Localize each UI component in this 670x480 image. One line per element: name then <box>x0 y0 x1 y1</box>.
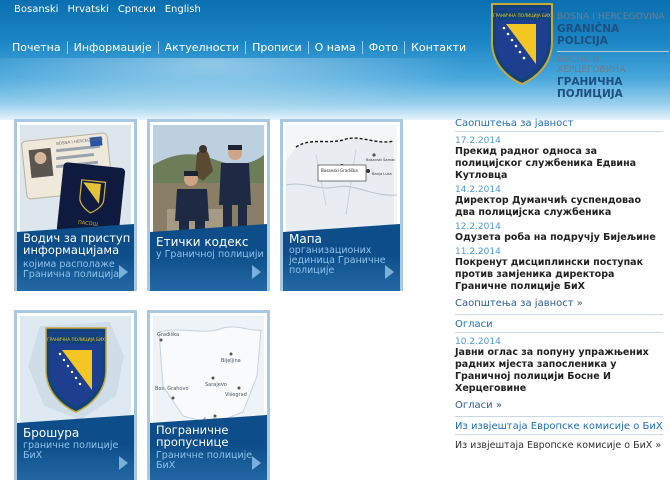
news-date: 11.2.2014 <box>455 247 501 257</box>
lang-bosanski[interactable]: Bosanski <box>14 4 58 15</box>
border-map-image: Bosanski Gradiška Bosanski Šamac Banja L… <box>286 125 397 235</box>
tile-map[interactable]: Bosanski Gradiška Bosanski Šamac Banja L… <box>280 119 403 291</box>
arrow-right-icon <box>252 265 261 279</box>
news-date: 14.2.2014 <box>455 185 501 195</box>
brochure-emblem-image: ГРАНИЧНА ПОЛИЦИЈА БИХ <box>20 316 131 426</box>
news-column: Саопштења за јавност 17.2.2014 Прекид ра… <box>455 118 663 452</box>
divider <box>455 416 663 417</box>
tile-title: Етички кодекс <box>156 235 249 249</box>
lang-srpski[interactable]: Српски <box>118 4 156 15</box>
nav-kontakti[interactable]: Контакти <box>404 41 472 54</box>
tile-title: Мапа <box>289 232 322 246</box>
brand-line-cyrillic-agency: ГРАНИЧНА ПОЛИЦИЈА <box>557 76 623 100</box>
map-label-banja-luka: Banja Luka <box>372 172 392 176</box>
tile-access-guide[interactable]: ПАСОШ BOSNA I HERCEGOVINA Водич за прист… <box>14 119 137 291</box>
tile-title: Брошура <box>23 426 80 440</box>
ads-more-link[interactable]: Огласи » <box>455 400 663 411</box>
brand-line-cyrillic-country: БОСНА И ХЕРЦЕГОВИНА <box>557 55 626 75</box>
tile-border-passes[interactable]: Gradiška Bijeljina Sarajevo Višegrad Bos… <box>147 310 270 480</box>
ads-title[interactable]: Огласи <box>455 319 663 330</box>
divider <box>455 434 663 435</box>
nav-informacije[interactable]: Информације <box>66 41 158 54</box>
map-label-bosanski-samac: Bosanski Šamac <box>366 157 395 162</box>
news-date: 17.2.2014 <box>455 136 501 146</box>
emblem-text: ГРАНИЧНА ПОЛИЦИЈА БИХ <box>47 337 105 342</box>
brand-line-latin-country: BOSNA I HERCEGOVINA <box>557 12 665 22</box>
news-date: 12.2.2014 <box>455 222 501 232</box>
map-label-bijeljina: Bijeljina <box>221 358 241 364</box>
ec-report-link[interactable]: Из извјештаја Европске комисије о БиХ » <box>455 440 663 452</box>
tile-subtitle: граничне полиције БиХ <box>23 440 119 461</box>
lang-hrvatski[interactable]: Hrvatski <box>67 4 108 15</box>
divider <box>455 131 663 132</box>
tile-brochure[interactable]: ГРАНИЧНА ПОЛИЦИЈА БИХ Брошура граничне п… <box>14 310 137 480</box>
language-switcher: Bosanski Hrvatski Српски English <box>14 4 201 15</box>
site-header: Bosanski Hrvatski Српски English Почетна… <box>0 0 670 120</box>
news-headline[interactable]: Покренут дисциплински поступак против за… <box>455 257 663 293</box>
tile-subtitle: којима располаже Гранична полиција <box>23 259 120 280</box>
nav-aktuelnosti[interactable]: Актуелности <box>157 41 245 54</box>
divider <box>455 314 663 315</box>
tile-subtitle: у Граничној полицији <box>156 249 264 260</box>
map-label-gradiska: Gradiška <box>157 331 179 338</box>
ec-report-title[interactable]: Из извјештаја Европске комисије о БиХ <box>455 421 663 432</box>
news-headline[interactable]: Одузета роба на подручју Бијељине <box>455 232 663 244</box>
news-headline[interactable]: Директор Думанчић суспендовао два полици… <box>455 195 663 219</box>
tile-ethics-code[interactable]: Етички кодекс у Граничној полицији <box>147 119 270 291</box>
map-label-bosanski-gradiska: Bosanski Gradiška <box>321 168 358 173</box>
map-label-visegrad: Višegrad <box>225 391 247 398</box>
lang-english[interactable]: English <box>165 4 201 15</box>
map-label-bos-grahovo: Bos. Grahovo <box>155 386 189 392</box>
nav-propisi[interactable]: Прописи <box>245 41 308 54</box>
map-label-sarajevo: Sarajevo <box>205 382 227 388</box>
nav-o-nama[interactable]: О нама <box>307 41 362 54</box>
header-glow <box>0 58 470 118</box>
tile-subtitle: Граничне полиције БиХ <box>156 450 253 471</box>
nav-foto[interactable]: Фото <box>361 41 404 54</box>
tile-title: Водич за приступ информацијама <box>23 231 131 257</box>
border-police-emblem-icon[interactable]: ГРАНИЧНА ПОЛИЦИЈА БИХ <box>490 2 554 86</box>
id-documents-image: ПАСОШ BOSNA I HERCEGOVINA <box>20 125 131 235</box>
news-headline[interactable]: Прекид радног односа за полицијског служ… <box>455 146 663 182</box>
brand-divider <box>557 51 669 52</box>
ad-date: 10.2.2014 <box>455 337 501 347</box>
region-map-image: Gradiška Bijeljina Sarajevo Višegrad Bos… <box>153 316 264 426</box>
divider <box>455 332 663 333</box>
press-releases-title[interactable]: Саопштења за јавност <box>455 118 663 129</box>
brand-line-latin-agency: GRANIČNA POLICIJA <box>557 23 620 47</box>
police-officers-image <box>153 125 264 235</box>
brand-title: BOSNA I HERCEGOVINA GRANIČNA POLICIJA БО… <box>557 12 670 100</box>
main-nav: Почетна Информације Актуелности Прописи … <box>6 41 472 54</box>
tile-title: Пограничне пропуснице <box>156 423 229 449</box>
ad-headline[interactable]: Јавни оглас за попуну упражњених радних … <box>455 347 663 395</box>
emblem-text: ГРАНИЧНА ПОЛИЦИЈА БИХ <box>493 13 551 18</box>
tile-subtitle: организационих јединица Граничне полициј… <box>289 245 386 276</box>
press-releases-more-link[interactable]: Саопштења за јавност » <box>455 298 663 309</box>
nav-pocetna[interactable]: Почетна <box>6 41 67 54</box>
